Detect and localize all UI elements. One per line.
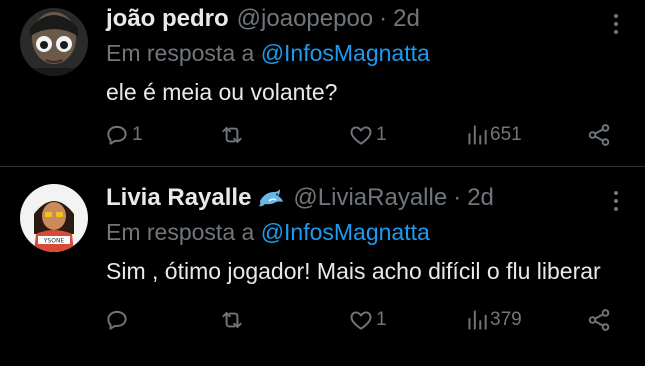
separator: · [453, 184, 462, 211]
views-icon [468, 310, 487, 330]
timestamp[interactable]: 2d [467, 183, 494, 213]
retweet-button[interactable] [218, 307, 248, 333]
views-icon [468, 125, 487, 145]
reply-context: Em resposta a @InfosMagnatta [106, 217, 615, 247]
reply-mention-link[interactable]: @InfosMagnatta [261, 219, 430, 245]
more-icon[interactable] [613, 14, 619, 34]
svg-text:YSONE: YSONE [43, 238, 65, 245]
more-icon[interactable] [613, 191, 619, 211]
like-icon [350, 311, 372, 330]
reply-icon [107, 310, 127, 330]
tweet-header: Livia Rayalle @LiviaRayalle · 2d [106, 183, 615, 213]
reply-icon [107, 125, 127, 145]
share-button[interactable] [586, 307, 612, 333]
avatar-image [20, 8, 88, 76]
dolphin-emoji-icon [257, 186, 285, 210]
reply-count: 1 [132, 124, 143, 145]
reply-button[interactable]: 1 [104, 122, 143, 148]
tweet[interactable]: joão pedro @joaopepoo · 2d Em resposta a… [0, 0, 645, 166]
views-count: 379 [490, 309, 522, 330]
tweet-actions: 1 379 [104, 307, 625, 335]
retweet-icon [222, 127, 242, 143]
separator: · [379, 5, 388, 32]
display-name[interactable]: joão pedro [106, 4, 229, 34]
avatar[interactable]: YSONE [20, 184, 88, 252]
user-handle[interactable]: @joaopepoo [237, 4, 373, 34]
tweet[interactable]: YSONE Livia Rayalle @LiviaRayalle · 2d E… [0, 166, 645, 366]
retweet-button[interactable] [218, 122, 248, 148]
tweet-text: Sim , ótimo jogador! Mais acho difícil o… [106, 258, 601, 284]
like-icon [350, 126, 372, 145]
retweet-icon [222, 312, 242, 328]
reply-prefix: Em resposta a [106, 40, 261, 66]
share-button[interactable] [586, 122, 612, 148]
tweet-content: Livia Rayalle @LiviaRayalle · 2d Em resp… [106, 183, 615, 287]
user-handle[interactable]: @LiviaRayalle [293, 183, 447, 213]
tweet-content: joão pedro @joaopepoo · 2d Em resposta a… [106, 4, 615, 108]
reply-context: Em resposta a @InfosMagnatta [106, 38, 615, 68]
like-button[interactable]: 1 [348, 307, 387, 333]
tweet-text: ele é meia ou volante? [106, 79, 338, 105]
reply-button[interactable] [104, 307, 132, 333]
share-icon [588, 124, 610, 146]
tweet-header: joão pedro @joaopepoo · 2d [106, 4, 615, 34]
avatar[interactable] [20, 8, 88, 76]
views-count: 651 [490, 124, 522, 145]
reply-mention-link[interactable]: @InfosMagnatta [261, 40, 430, 66]
tweet-actions: 1 1 651 [104, 122, 625, 150]
like-count: 1 [376, 309, 387, 330]
avatar-image: YSONE [20, 184, 88, 252]
reply-prefix: Em resposta a [106, 219, 261, 245]
views-button[interactable]: 379 [466, 307, 522, 333]
display-name[interactable]: Livia Rayalle [106, 183, 251, 213]
like-button[interactable]: 1 [348, 122, 387, 148]
like-count: 1 [376, 124, 387, 145]
views-button[interactable]: 651 [466, 122, 522, 148]
timestamp[interactable]: 2d [393, 4, 420, 34]
share-icon [588, 309, 610, 331]
